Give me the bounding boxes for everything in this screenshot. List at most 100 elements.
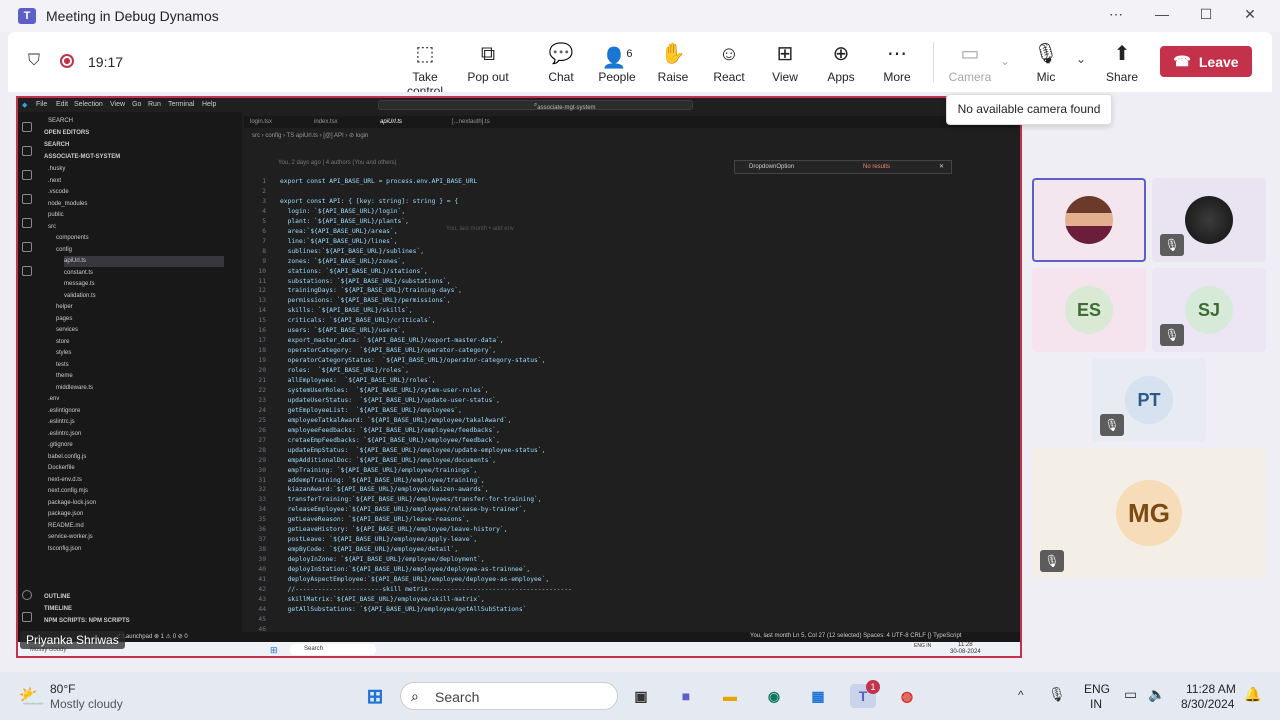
code-line[interactable]: getLeaveReason: `${API_BASE_URL}/leave-r…: [280, 516, 470, 523]
code-line[interactable]: operatorCategory: `${API_BASE_URL}/opera…: [280, 347, 497, 354]
participant-tile[interactable]: SJ 🎙: [1152, 268, 1266, 352]
edge-browser-icon[interactable]: ◉: [761, 684, 787, 708]
file-tree-item[interactable]: service-worker.js: [48, 532, 93, 543]
file-tree-item[interactable]: node_modules: [48, 199, 87, 210]
open-editors-section[interactable]: OPEN EDITORS: [44, 128, 89, 139]
code-line[interactable]: plant: `${API_BASE_URL}/plants`,: [280, 218, 409, 225]
code-line[interactable]: deployInStation:`${API_BASE_URL}/employe…: [280, 566, 531, 573]
code-line[interactable]: users: `${API_BASE_URL}/users`,: [280, 327, 406, 334]
pop-out-button[interactable]: ⧉ Pop out: [458, 42, 518, 84]
clock-time[interactable]: 11:28 AM: [1186, 682, 1236, 696]
file-tree-item[interactable]: .eslintignore: [48, 406, 80, 417]
lang-1[interactable]: ENG: [1084, 682, 1110, 696]
menu-edit[interactable]: Edit: [56, 101, 68, 108]
code-line[interactable]: login: `${API_BASE_URL}/login`,: [280, 208, 406, 215]
code-line[interactable]: area:`${API_BASE_URL}/areas`,: [280, 228, 398, 235]
file-tree-item[interactable]: next-env.d.ts: [48, 475, 82, 486]
timeline-section[interactable]: TIMELINE: [44, 604, 72, 615]
windows-start-icon[interactable]: ⊞: [362, 684, 388, 708]
mic-muted-tray-icon[interactable]: 🎙: [1048, 686, 1066, 703]
weather-temp[interactable]: 80°F: [50, 682, 75, 696]
file-tree-item[interactable]: helper: [56, 302, 73, 313]
file-tree-item[interactable]: .eslintrc.json: [48, 429, 81, 440]
store-icon[interactable]: ▦: [805, 684, 831, 708]
shield-icon[interactable]: ⛉: [28, 52, 40, 70]
code-line[interactable]: //-----------------------skill metrix---…: [280, 586, 572, 593]
file-tree-item[interactable]: constant.ts: [64, 268, 93, 279]
menu-view[interactable]: View: [110, 101, 125, 108]
participant-tile[interactable]: ES: [1032, 268, 1146, 352]
code-line[interactable]: updateEmpStatus: `${API_BASE_URL}/employ…: [280, 447, 546, 454]
taskbar-search[interactable]: ⌕ Search: [400, 682, 618, 710]
menu-help[interactable]: Help: [202, 101, 216, 108]
take-control-button[interactable]: ⬚ Take control: [395, 42, 455, 98]
search-icon[interactable]: [22, 146, 32, 156]
task-view-icon[interactable]: ▣: [628, 684, 654, 708]
menu-go[interactable]: Go: [132, 101, 141, 108]
account-icon[interactable]: [22, 590, 32, 600]
breadcrumb[interactable]: src › config › TS apiUrl.ts › [@] API › …: [252, 132, 368, 139]
code-line[interactable]: updateUserStatus: `${API_BASE_URL}/updat…: [280, 397, 500, 404]
teams-chat-icon[interactable]: ■: [673, 684, 699, 708]
code-line[interactable]: empAdditionalDoc: `${API_BASE_URL}/emplo…: [280, 457, 497, 464]
leave-button[interactable]: ☎ Leave: [1160, 46, 1252, 77]
code-line[interactable]: employeeFeedbacks: `${API_BASE_URL}/empl…: [280, 427, 500, 434]
status-right[interactable]: You, last month Ln 5, Col 27 (12 selecte…: [750, 633, 961, 639]
code-line[interactable]: zones: `${API_BASE_URL}/zones`,: [280, 258, 406, 265]
code-line[interactable]: deployAspectEmployee:`${API_BASE_URL}/em…: [280, 576, 550, 583]
find-widget[interactable]: DropdownOption No results ✕: [734, 160, 952, 174]
code-line[interactable]: roles: `${API_BASE_URL}/roles`,: [280, 367, 409, 374]
code-line[interactable]: empByCode: `${API_BASE_URL}/employee/det…: [280, 546, 459, 553]
code-line[interactable]: deployInZone: `${API_BASE_URL}/employee/…: [280, 556, 485, 563]
mic-button[interactable]: 🎙 Mic: [1016, 42, 1076, 84]
file-tree-item[interactable]: .husky: [48, 164, 65, 175]
settings-gear-icon[interactable]: [22, 612, 32, 622]
file-tree-item[interactable]: public: [48, 210, 64, 221]
code-line[interactable]: empTraining: `${API_BASE_URL}/employee/t…: [280, 467, 478, 474]
code-line[interactable]: criticals: `${API_BASE_URL}/criticals`,: [280, 317, 436, 324]
testing-icon[interactable]: [22, 266, 32, 276]
code-line[interactable]: addempTraining: `${API_BASE_URL}/employe…: [280, 477, 485, 484]
tab-apiurl[interactable]: apiUrl.ts: [380, 116, 402, 128]
people-button[interactable]: 👤6 People: [587, 42, 647, 84]
lang-2[interactable]: IN: [1090, 697, 1102, 711]
minimize-icon[interactable]: —: [1148, 6, 1176, 22]
file-tree-item[interactable]: .eslintrc.js: [48, 417, 75, 428]
code-line[interactable]: export_master_data: `${API_BASE_URL}/exp…: [280, 337, 504, 344]
show-hidden-icons-chevron-icon[interactable]: ^: [1018, 688, 1024, 702]
participant-tile[interactable]: 🎙: [1152, 178, 1266, 262]
code-editor[interactable]: login.tsx index.tsx apiUrl.ts [...nextau…: [244, 112, 1020, 633]
code-line[interactable]: transferTraining:`${API_BASE_URL}/employ…: [280, 496, 542, 503]
menu-file[interactable]: File: [36, 101, 47, 108]
file-tree-item[interactable]: Dockerfile: [48, 463, 75, 474]
menu-selection[interactable]: Selection: [74, 101, 103, 108]
more-options-icon[interactable]: ⋯: [1102, 6, 1130, 23]
mic-options-chevron-icon[interactable]: ⌄: [1076, 52, 1086, 66]
file-tree-item[interactable]: README.md: [48, 521, 84, 532]
code-line[interactable]: skillMatrix:`${API_BASE_URL}/employee/sk…: [280, 596, 485, 603]
apps-button[interactable]: ⊕ Apps: [811, 42, 871, 84]
camera-button[interactable]: ▭ Camera: [940, 42, 1000, 84]
file-tree-item[interactable]: .vscode: [48, 187, 69, 198]
code-line[interactable]: releaseEmployee:`${API_BASE_URL}/employe…: [280, 506, 527, 513]
code-line[interactable]: systemUserRoles: `${API_BASE_URL}/sytem-…: [280, 387, 489, 394]
code-line[interactable]: stations: `${API_BASE_URL}/stations`,: [280, 268, 428, 275]
tab-login[interactable]: login.tsx: [250, 116, 272, 128]
code-line[interactable]: export const API_BASE_URL = process.env.…: [280, 178, 477, 185]
code-line[interactable]: getAllSubstations: `${API_BASE_URL}/empl…: [280, 606, 527, 613]
project-section[interactable]: ASSOCIATE-MGT-SYSTEM: [44, 152, 120, 163]
code-line[interactable]: export const API: { [key: string]: strin…: [280, 198, 458, 205]
extensions-icon[interactable]: [22, 218, 32, 228]
code-line[interactable]: sublines:`${API_BASE_URL}/sublines`,: [280, 248, 424, 255]
outline-section[interactable]: OUTLINE: [44, 592, 70, 603]
notification-bell-icon[interactable]: 🔔: [1244, 686, 1261, 703]
menu-run[interactable]: Run: [148, 101, 161, 108]
file-tree-item[interactable]: package.json: [48, 509, 83, 520]
status-left[interactable]: ⎇ Launchpad ⊗ 1 ⚠ 0 ⊘ 0: [114, 633, 188, 640]
tab-index[interactable]: index.tsx: [314, 116, 338, 128]
file-tree-item[interactable]: .gitignore: [48, 440, 73, 451]
file-tree-item[interactable]: .env: [48, 394, 59, 405]
command-center-search[interactable]: ⌕ associate-mgt-system: [378, 100, 693, 111]
code-line[interactable]: skills: `${API_BASE_URL}/skills`,: [280, 307, 413, 314]
file-tree-item[interactable]: src: [48, 222, 56, 233]
